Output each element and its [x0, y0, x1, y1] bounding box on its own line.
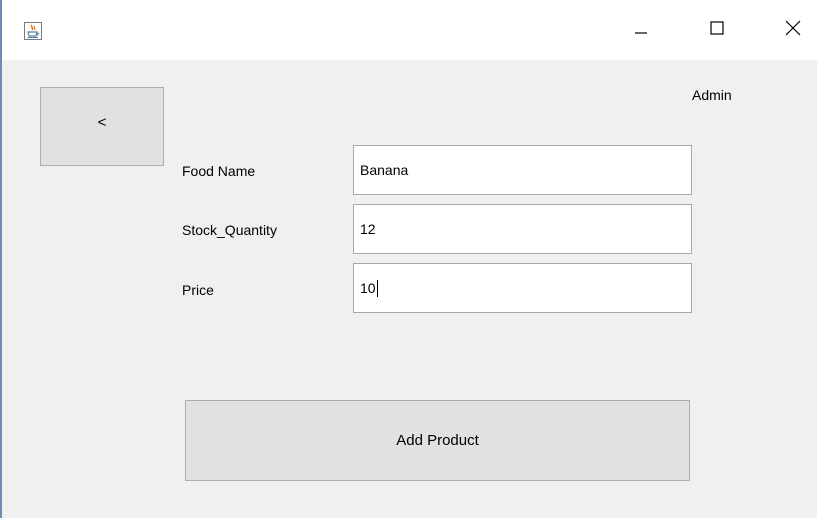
- food-name-value: Banana: [360, 162, 409, 178]
- main-panel: < Admin Food Name Banana Stock_Quantity …: [2, 60, 817, 518]
- close-icon: [785, 20, 801, 41]
- stock-quantity-value: 12: [360, 221, 376, 237]
- user-role-label: Admin: [692, 87, 732, 103]
- food-name-label: Food Name: [182, 163, 256, 179]
- back-button[interactable]: <: [40, 87, 164, 166]
- stock-quantity-input[interactable]: 12: [353, 204, 692, 254]
- maximize-icon: [710, 20, 724, 40]
- minimize-button[interactable]: [618, 10, 664, 50]
- food-name-input[interactable]: Banana: [353, 145, 692, 195]
- title-bar[interactable]: [2, 0, 817, 60]
- java-icon[interactable]: [24, 22, 42, 40]
- app-window: < Admin Food Name Banana Stock_Quantity …: [0, 0, 817, 518]
- price-value: 10: [360, 280, 376, 296]
- minimize-icon: [634, 21, 648, 40]
- close-button[interactable]: [770, 10, 816, 50]
- text-caret: [376, 279, 378, 297]
- stock-quantity-label: Stock_Quantity: [182, 222, 277, 238]
- price-label: Price: [182, 282, 214, 298]
- add-product-button[interactable]: Add Product: [185, 400, 690, 481]
- maximize-button[interactable]: [694, 10, 740, 50]
- price-input[interactable]: 10: [353, 263, 692, 313]
